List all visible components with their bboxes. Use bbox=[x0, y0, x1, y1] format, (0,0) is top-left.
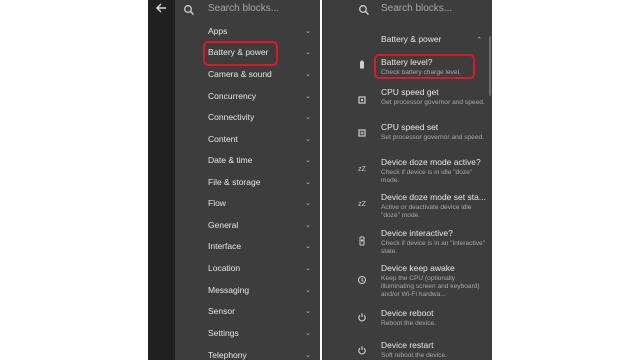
block-title: Device interactive? bbox=[381, 228, 453, 238]
block-title: Device doze mode set sta... bbox=[381, 192, 486, 202]
block-device-reboot[interactable]: Device reboot Reboot the device. bbox=[381, 308, 488, 328]
block-description: Reboot the device. bbox=[381, 320, 436, 327]
chevron-down-icon: ⌄ bbox=[305, 243, 311, 250]
search-bar[interactable]: Search blocks... bbox=[322, 0, 492, 19]
block-title: Device doze mode active? bbox=[381, 157, 481, 167]
chevron-down-icon: ⌄ bbox=[305, 287, 311, 294]
block-title: Device keep awake bbox=[381, 263, 455, 273]
category-label: Messaging bbox=[208, 285, 250, 295]
phone-icon bbox=[356, 236, 368, 248]
category-header[interactable]: Battery & power bbox=[381, 34, 441, 45]
block-cpu-speed-get[interactable]: CPU speed get Get processor governor and… bbox=[381, 87, 488, 107]
category-apps[interactable]: Apps ⌄ bbox=[175, 22, 320, 42]
chevron-down-icon: ⌄ bbox=[305, 179, 311, 186]
back-button[interactable] bbox=[152, 1, 170, 17]
chevron-down-icon: ⌄ bbox=[305, 265, 311, 272]
block-device-restart[interactable]: Device restart Soft reboot the device. bbox=[381, 340, 488, 360]
category-general[interactable]: General ⌄ bbox=[175, 216, 320, 236]
category-location[interactable]: Location ⌄ bbox=[175, 259, 320, 279]
category-file-storage[interactable]: File & storage ⌄ bbox=[175, 173, 320, 193]
chevron-down-icon: ⌄ bbox=[305, 93, 311, 100]
category-label: Camera & sound bbox=[208, 69, 272, 79]
block-description: Check if device is in idle "doze" mode. bbox=[381, 169, 473, 184]
chevron-down-icon: ⌄ bbox=[305, 136, 311, 143]
scrollbar[interactable] bbox=[489, 36, 491, 96]
block-device-interactive[interactable]: Device interactive? Check if device is i… bbox=[381, 228, 488, 256]
search-input[interactable]: Search blocks... bbox=[208, 2, 279, 16]
category-label: Location bbox=[208, 263, 241, 273]
block-doze-mode-set[interactable]: Device doze mode set sta... Active or de… bbox=[381, 192, 488, 220]
category-label: General bbox=[208, 220, 239, 230]
block-title: CPU speed get bbox=[381, 87, 439, 97]
category-label: Flow bbox=[208, 198, 226, 208]
block-title: Device reboot bbox=[381, 308, 434, 318]
category-concurrency[interactable]: Concurrency ⌄ bbox=[175, 87, 320, 107]
category-camera-sound[interactable]: Camera & sound ⌄ bbox=[175, 65, 320, 85]
category-label: Interface bbox=[208, 241, 242, 251]
block-description: Active or deactivate device idle "doze" … bbox=[381, 204, 472, 219]
category-content[interactable]: Content ⌄ bbox=[175, 130, 320, 150]
block-title: Device restart bbox=[381, 340, 434, 350]
category-telephony[interactable]: Telephony ⌄ bbox=[175, 346, 320, 360]
cpu-set-icon bbox=[356, 128, 368, 140]
category-label: Apps bbox=[208, 26, 228, 36]
block-doze-mode-active[interactable]: Device doze mode active? Check if device… bbox=[381, 157, 488, 185]
category-messaging[interactable]: Messaging ⌄ bbox=[175, 281, 320, 301]
category-menu: Search blocks... Apps ⌄ Battery & power … bbox=[175, 0, 320, 360]
chevron-down-icon: ⌄ bbox=[305, 114, 311, 121]
category-label: Sensor bbox=[208, 306, 235, 316]
arrow-left-icon bbox=[156, 3, 166, 13]
category-sensor[interactable]: Sensor ⌄ bbox=[175, 302, 320, 322]
category-list-panel: Search blocks... Apps ⌄ Battery & power … bbox=[148, 0, 320, 360]
keep-awake-icon bbox=[356, 275, 368, 287]
block-title: Battery level? bbox=[381, 57, 433, 67]
category-label: File & storage bbox=[208, 177, 261, 187]
chevron-down-icon: ⌄ bbox=[305, 200, 311, 207]
block-device-keep-awake[interactable]: Device keep awake Keep the CPU (optional… bbox=[381, 263, 488, 299]
doze-icon: zZ bbox=[358, 166, 366, 173]
category-label: Content bbox=[208, 134, 238, 144]
category-interface[interactable]: Interface ⌄ bbox=[175, 237, 320, 257]
chevron-down-icon: ⌄ bbox=[305, 352, 311, 359]
block-description: Soft reboot the device. bbox=[381, 352, 447, 359]
chevron-down-icon: ⌄ bbox=[305, 308, 311, 315]
chevron-down-icon: ⌄ bbox=[305, 330, 311, 337]
search-input[interactable]: Search blocks... bbox=[381, 2, 452, 16]
search-bar[interactable]: Search blocks... bbox=[175, 0, 320, 19]
chevron-down-icon: ⌄ bbox=[305, 49, 311, 56]
search-icon bbox=[359, 5, 369, 15]
power-icon bbox=[356, 345, 368, 357]
category-label: Concurrency bbox=[208, 91, 257, 101]
category-label: Connectivity bbox=[208, 112, 255, 122]
battery-icon bbox=[356, 60, 368, 72]
block-cpu-speed-set[interactable]: CPU speed set Set processor governor and… bbox=[381, 122, 488, 142]
back-strip bbox=[148, 0, 175, 360]
chevron-down-icon: ⌄ bbox=[305, 28, 311, 35]
category-label: Settings bbox=[208, 328, 239, 338]
block-battery-level[interactable]: Battery level? Check battery charge leve… bbox=[381, 57, 488, 77]
blocks-area: Search blocks... Battery & power ⌃ Batte… bbox=[322, 0, 492, 360]
search-icon bbox=[184, 5, 194, 15]
chevron-down-icon: ⌄ bbox=[305, 71, 311, 78]
cpu-icon bbox=[356, 95, 368, 107]
block-title: CPU speed set bbox=[381, 122, 439, 132]
block-description: Keep the CPU (optionally illuminating sc… bbox=[381, 275, 480, 298]
category-label: Telephony bbox=[208, 350, 247, 360]
chevron-down-icon: ⌄ bbox=[305, 157, 311, 164]
blocks-panel: Search blocks... Battery & power ⌃ Batte… bbox=[322, 0, 492, 360]
category-settings[interactable]: Settings ⌄ bbox=[175, 324, 320, 344]
chevron-down-icon: ⌄ bbox=[305, 222, 311, 229]
highlight-box bbox=[203, 41, 278, 66]
category-date-time[interactable]: Date & time ⌄ bbox=[175, 151, 320, 171]
chevron-up-icon[interactable]: ⌃ bbox=[476, 36, 482, 44]
category-flow[interactable]: Flow ⌄ bbox=[175, 194, 320, 214]
block-description: Check battery charge level. bbox=[381, 69, 461, 76]
category-connectivity[interactable]: Connectivity ⌄ bbox=[175, 108, 320, 128]
block-description: Get processor governor and speed. bbox=[381, 99, 485, 106]
doze-set-icon: zZ bbox=[358, 201, 366, 208]
power-icon bbox=[356, 312, 368, 324]
category-label: Date & time bbox=[208, 155, 253, 165]
block-description: Check if device is in an "interactive" s… bbox=[381, 240, 485, 255]
block-description: Set processor governor and speed. bbox=[381, 134, 484, 141]
